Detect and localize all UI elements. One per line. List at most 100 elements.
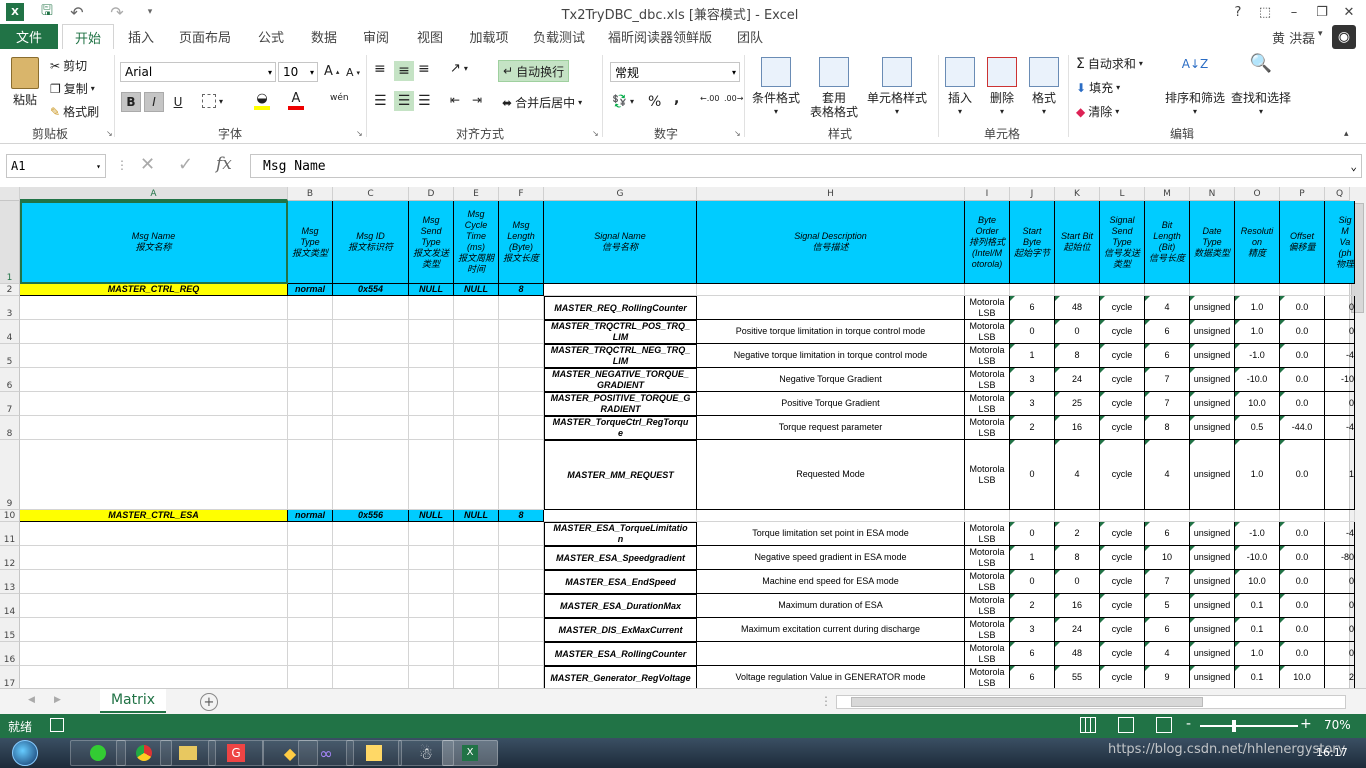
cancel-icon[interactable]: ✕ <box>140 154 155 175</box>
signal-cell[interactable]: MASTER_ESA_TorqueLimitatio n <box>544 522 697 546</box>
empty-cell[interactable] <box>20 344 288 368</box>
name-box[interactable]: A1 ▾ <box>6 154 106 178</box>
row-header[interactable]: 17 <box>0 666 20 688</box>
empty-cell[interactable] <box>288 522 333 546</box>
empty-cell[interactable] <box>20 392 288 416</box>
signal-cell[interactable]: 0 <box>1325 392 1355 416</box>
taskbar-app-files[interactable] <box>346 740 402 766</box>
empty-cell[interactable] <box>333 368 409 392</box>
signal-cell[interactable]: 10.0 <box>1280 666 1325 688</box>
empty-cell[interactable] <box>454 666 499 688</box>
empty-cell[interactable] <box>409 392 454 416</box>
help-button[interactable]: ? <box>1228 0 1248 24</box>
empty-cell[interactable] <box>20 522 288 546</box>
empty-cell[interactable] <box>333 570 409 594</box>
empty-cell[interactable] <box>288 570 333 594</box>
signal-cell[interactable]: Motorola LSB <box>965 440 1010 510</box>
align-middle-button[interactable]: ≡ <box>394 61 414 81</box>
signal-cell[interactable]: Motorola LSB <box>965 642 1010 666</box>
signal-cell[interactable]: cycle <box>1100 666 1145 688</box>
empty-cell[interactable] <box>333 666 409 688</box>
enter-icon[interactable]: ✓ <box>178 154 193 175</box>
empty-cell[interactable] <box>499 666 544 688</box>
signal-cell[interactable]: unsigned <box>1190 440 1235 510</box>
signal-cell[interactable]: cycle <box>1100 618 1145 642</box>
signal-cell[interactable]: Machine end speed for ESA mode <box>697 570 965 594</box>
header-cell[interactable]: Signal Name 信号名称 <box>544 201 697 284</box>
signal-cell[interactable]: 1 <box>1325 440 1355 510</box>
signal-cell[interactable]: MASTER_POSITIVE_TORQUE_G RADIENT <box>544 392 697 416</box>
empty-cell[interactable] <box>20 440 288 510</box>
comma-button[interactable]: , <box>674 91 679 107</box>
borders-button[interactable]: ▾ <box>202 94 223 108</box>
signal-cell[interactable]: Maximum excitation current during discha… <box>697 618 965 642</box>
signal-cell[interactable]: unsigned <box>1190 344 1235 368</box>
signal-cell[interactable]: 0.0 <box>1280 320 1325 344</box>
empty-cell[interactable] <box>499 416 544 440</box>
signal-cell[interactable]: Torque request parameter <box>697 416 965 440</box>
signal-cell[interactable]: 1 <box>1010 546 1055 570</box>
signal-cell[interactable]: MASTER_ESA_EndSpeed <box>544 570 697 594</box>
empty-cell[interactable] <box>499 522 544 546</box>
column-header[interactable]: C <box>333 187 409 201</box>
empty-cell[interactable] <box>20 320 288 344</box>
signal-cell[interactable]: Motorola LSB <box>965 320 1010 344</box>
message-cell[interactable]: normal <box>288 284 333 296</box>
signal-cell[interactable]: MASTER_TRQCTRL_NEG_TRQ_ LIM <box>544 344 697 368</box>
empty-cell[interactable] <box>454 594 499 618</box>
signal-cell[interactable]: -4 <box>1325 344 1355 368</box>
empty-cell[interactable] <box>288 666 333 688</box>
column-header[interactable]: N <box>1190 187 1235 201</box>
empty-cell[interactable] <box>499 642 544 666</box>
empty-cell[interactable] <box>1190 510 1235 522</box>
tab-home[interactable]: 开始 <box>62 24 114 49</box>
row-header[interactable]: 12 <box>0 546 20 570</box>
clear-button[interactable]: ◆ 清除 ▾ <box>1076 103 1119 120</box>
merge-center-button[interactable]: ⬌ 合并后居中 ▾ <box>502 94 582 111</box>
tab-page-layout[interactable]: 页面布局 <box>172 24 238 49</box>
signal-cell[interactable]: 4 <box>1145 440 1190 510</box>
insert-function-icon[interactable]: fx <box>216 154 232 174</box>
signal-cell[interactable]: 4 <box>1145 642 1190 666</box>
empty-cell[interactable] <box>333 522 409 546</box>
percent-button[interactable]: % <box>648 94 661 110</box>
empty-cell[interactable] <box>288 594 333 618</box>
header-cell[interactable]: Bit Length (Bit) 信号长度 <box>1145 201 1190 284</box>
empty-cell[interactable] <box>454 344 499 368</box>
copy-button[interactable]: ❐ 复制 ▾ <box>50 80 95 97</box>
underline-button[interactable]: U <box>168 92 188 112</box>
signal-cell[interactable]: cycle <box>1100 296 1145 320</box>
scrollbar-thumb[interactable] <box>851 697 1203 707</box>
empty-cell[interactable] <box>333 546 409 570</box>
signal-cell[interactable]: unsigned <box>1190 546 1235 570</box>
signal-cell[interactable] <box>697 296 965 320</box>
signal-cell[interactable]: MASTER_REQ_RollingCounter <box>544 296 697 320</box>
formula-input[interactable]: Msg Name ⌄ <box>250 154 1362 178</box>
empty-cell[interactable] <box>499 546 544 570</box>
signal-cell[interactable]: Motorola LSB <box>965 344 1010 368</box>
signal-cell[interactable]: 0 <box>1055 570 1100 594</box>
message-cell[interactable]: normal <box>288 510 333 522</box>
sort-filter-button[interactable]: A↓Z 排序和筛选 ▾ <box>1164 57 1226 119</box>
signal-cell[interactable]: 0.0 <box>1280 522 1325 546</box>
signal-cell[interactable]: Motorola LSB <box>965 594 1010 618</box>
signal-cell[interactable]: MASTER_TRQCTRL_POS_TRQ_ LIM <box>544 320 697 344</box>
page-layout-view-icon[interactable] <box>1118 717 1134 733</box>
taskbar-excel[interactable]: X <box>442 740 498 766</box>
empty-cell[interactable] <box>20 368 288 392</box>
row-header[interactable]: 14 <box>0 594 20 618</box>
signal-cell[interactable]: 2 <box>1010 416 1055 440</box>
empty-cell[interactable] <box>1280 284 1325 296</box>
empty-cell[interactable] <box>333 296 409 320</box>
delete-cells-button[interactable]: 删除 ▾ <box>984 57 1020 119</box>
row-header[interactable]: 2 <box>0 284 20 296</box>
header-cell[interactable]: Msg Cycle Time (ms) 报文周期 时间 <box>454 201 499 284</box>
signal-cell[interactable]: Motorola LSB <box>965 666 1010 688</box>
signal-cell[interactable]: 16 <box>1055 594 1100 618</box>
wrap-text-button[interactable]: ↵ 自动换行 <box>498 60 570 82</box>
signal-cell[interactable]: MASTER_Generator_RegVoltage <box>544 666 697 688</box>
ribbon-display-icon[interactable]: ⬚ <box>1254 0 1276 24</box>
signal-cell[interactable]: Motorola LSB <box>965 546 1010 570</box>
cut-button[interactable]: ✂ 剪切 <box>50 57 87 74</box>
signal-cell[interactable]: unsigned <box>1190 594 1235 618</box>
